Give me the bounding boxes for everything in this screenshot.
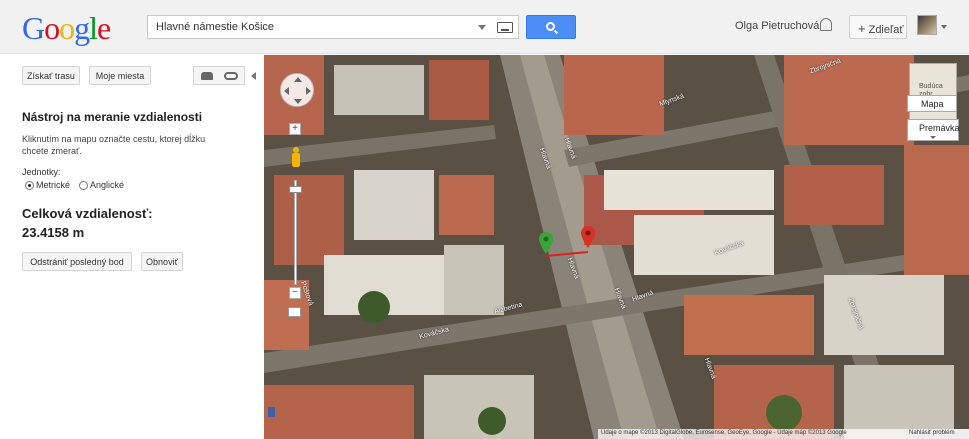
google-logo[interactable]: Google	[22, 10, 111, 47]
collapse-panel-icon[interactable]	[251, 72, 256, 80]
map-attribution: Údaje o mape ©2013 DigitalGlobe, Eurosen…	[598, 429, 906, 439]
avatar[interactable]	[917, 15, 937, 35]
tool-description: Kliknutím na mapu označte cestu, ktorej …	[22, 134, 206, 156]
pan-control[interactable]	[280, 73, 314, 107]
zoom-out-button[interactable]: −	[289, 287, 301, 299]
link-icon[interactable]	[224, 72, 238, 80]
car-icon[interactable]	[201, 72, 213, 80]
search-box	[147, 15, 519, 39]
user-name[interactable]: Olga Pietruchová	[735, 20, 819, 32]
account-menu-caret-icon[interactable]	[941, 25, 947, 29]
zoom-slider[interactable]	[294, 180, 297, 285]
search-button[interactable]	[526, 15, 576, 39]
search-icon	[546, 22, 555, 31]
my-places-button[interactable]: Moje miesta	[89, 66, 151, 85]
pan-left-icon[interactable]	[284, 87, 289, 95]
metric-label[interactable]: Metrické	[36, 180, 70, 190]
sidebar: Získať trasu Moje miesta Nástroj na mera…	[0, 55, 264, 439]
top-bar: Google Olga Pietruchová +Zdieľať	[0, 0, 969, 54]
start-marker-icon[interactable]	[539, 232, 553, 259]
share-button[interactable]: + Zdieľať	[849, 15, 907, 39]
street-view-thumb-icon[interactable]	[268, 407, 275, 417]
pan-right-icon[interactable]	[306, 87, 311, 95]
dropdown-arrow-icon[interactable]	[478, 25, 486, 30]
notifications-bell-icon[interactable]	[820, 18, 832, 31]
get-directions-button[interactable]: Získať trasu	[22, 66, 80, 85]
reset-button[interactable]: Obnoviť	[141, 252, 183, 271]
units-label: Jednotky:	[22, 167, 61, 177]
scale-icon[interactable]	[288, 307, 301, 317]
aerial-imagery	[264, 55, 969, 439]
map-type-map-button[interactable]: Mapa	[907, 95, 957, 112]
total-distance-value: 23.4158 m	[22, 225, 85, 240]
zoom-slider-handle[interactable]	[289, 186, 302, 193]
imperial-radio[interactable]	[79, 181, 88, 190]
maps-window: Google Olga Pietruchová +Zdieľať Získať …	[0, 0, 969, 439]
plus-icon: +	[858, 21, 866, 36]
search-input[interactable]	[148, 16, 478, 38]
sidebar-tool-icons	[193, 66, 245, 85]
report-problem-link[interactable]: Nahlásiť problém	[906, 429, 969, 439]
tool-title: Nástroj na meranie vzdialenosti	[22, 110, 203, 124]
zoom-in-button[interactable]: +	[289, 123, 301, 135]
traffic-dropdown-caret-icon[interactable]	[930, 136, 936, 139]
imperial-label[interactable]: Anglické	[90, 180, 124, 190]
share-label: Zdieľať	[868, 24, 904, 36]
map-canvas[interactable]: Hlavná Hlavná Hlavná Hlavná Mlynská Zbro…	[264, 55, 969, 439]
total-distance-label: Celková vzdialenosť:	[22, 206, 153, 221]
keyboard-icon[interactable]	[497, 22, 513, 33]
end-marker-icon[interactable]	[581, 226, 595, 253]
metric-radio[interactable]	[25, 181, 34, 190]
street-view-pegman-icon[interactable]	[291, 147, 300, 171]
remove-last-point-button[interactable]: Odstrániť posledný bod	[22, 252, 132, 271]
